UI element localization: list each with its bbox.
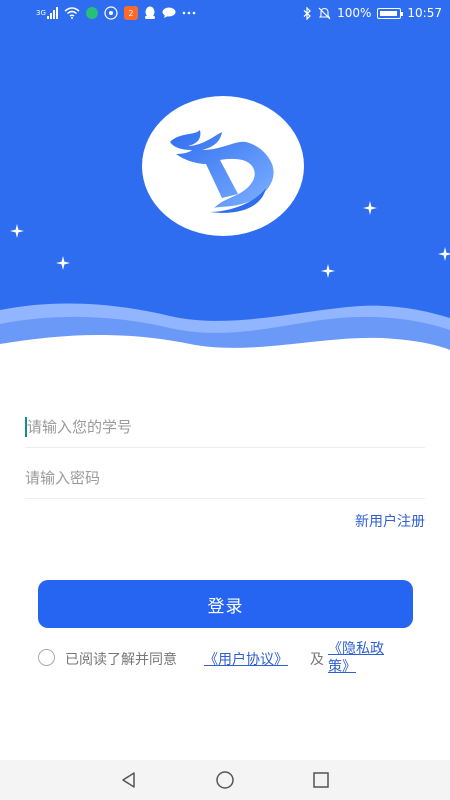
more-notifications-icon (182, 6, 196, 20)
battery-icon (377, 7, 404, 19)
star-icon (438, 247, 450, 261)
status-left: 3G 2 (36, 6, 196, 20)
header-banner (0, 30, 450, 370)
app-badge-icon: 2 (123, 6, 138, 20)
agreement-checkbox[interactable] (38, 649, 55, 666)
logo-icon (170, 130, 274, 213)
wifi-icon (64, 6, 80, 20)
user-agreement-link[interactable]: 《用户协议》 (204, 649, 288, 669)
back-icon[interactable] (117, 768, 141, 792)
bluetooth-icon (303, 6, 312, 20)
clock: 10:57 (407, 6, 442, 20)
home-icon[interactable] (213, 768, 237, 792)
student-id-input[interactable] (25, 408, 425, 446)
login-button[interactable]: 登录 (38, 580, 413, 628)
and-text: 及 (310, 652, 324, 668)
wechat-notification-icon (85, 7, 98, 19)
battery-percent: 100% (337, 6, 372, 20)
qq-icon (144, 6, 156, 20)
privacy-policy-link[interactable]: 《隐私政策》 (328, 640, 398, 676)
password-input[interactable] (25, 459, 425, 497)
app-notification-icon (104, 6, 118, 20)
star-icon (363, 201, 377, 215)
star-icon (10, 224, 24, 238)
agreement-text: 已阅读了解并同意 (65, 652, 177, 668)
password-field (25, 459, 425, 499)
wave-decoration (0, 303, 450, 370)
signal-icon: 3G (36, 6, 58, 20)
student-id-field (25, 408, 425, 448)
register-link[interactable]: 新用户注册 (355, 511, 425, 531)
recents-icon[interactable] (309, 768, 333, 792)
app-logo (142, 96, 304, 236)
mute-icon (318, 6, 331, 20)
app-badge-count: 2 (128, 8, 134, 18)
agreement-row: 已阅读了解并同意 《用户协议》 及 《隐私政策》 (38, 640, 418, 680)
message-icon (162, 6, 176, 20)
star-icon (321, 264, 335, 278)
network-type: 3G (36, 9, 46, 17)
star-icon (56, 256, 70, 270)
status-bar: 3G 2 100% 10:57 (0, 0, 450, 30)
text-caret (25, 417, 27, 437)
system-nav-bar (0, 760, 450, 800)
status-right: 100% 10:57 (303, 6, 442, 20)
